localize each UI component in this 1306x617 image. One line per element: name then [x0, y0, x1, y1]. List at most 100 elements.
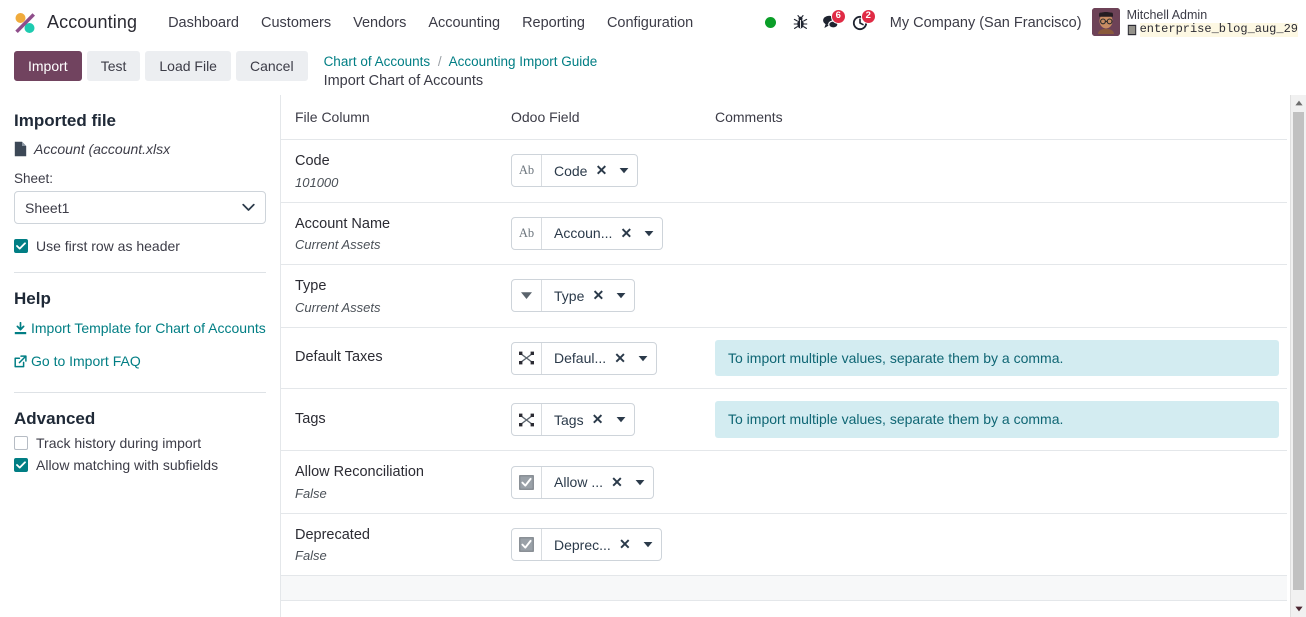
cell-odoo-field: Ab Accoun... ✕	[497, 202, 701, 266]
breadcrumb-accounting-import-guide[interactable]: Accounting Import Guide	[449, 54, 598, 69]
track-history-checkbox[interactable]	[14, 435, 28, 450]
nav-item-dashboard[interactable]: Dashboard	[157, 9, 250, 37]
allow-subfields-row[interactable]: Allow matching with subfields	[14, 457, 266, 473]
table-row: Allow Reconciliation False Allow ... ✕	[281, 450, 1287, 514]
cell-partial	[281, 575, 497, 602]
nav-item-vendors[interactable]: Vendors	[342, 9, 417, 37]
use-first-row-label[interactable]: Use first row as header	[36, 238, 180, 254]
table-row: Account Name Current Assets Ab Accoun... ✕	[281, 202, 1287, 266]
nav-item-accounting[interactable]: Accounting	[417, 9, 511, 37]
user-info: Mitchell Admin enterprise_blog_aug_29	[1127, 8, 1298, 37]
header-file-column: File Column	[281, 95, 497, 140]
company-switcher[interactable]: My Company (San Francisco)	[890, 15, 1082, 31]
file-column-sample: False	[295, 485, 327, 501]
cell-comment	[701, 202, 1287, 266]
clear-field-icon[interactable]: ✕	[591, 155, 611, 186]
many2many-field-icon	[519, 351, 534, 365]
chevron-down-icon[interactable]	[608, 280, 634, 311]
caret-down-icon	[1294, 606, 1303, 612]
breadcrumb: Chart of Accounts / Accounting Import Gu…	[324, 51, 598, 90]
field-tag[interactable]: Allow ... ✕	[511, 465, 655, 499]
scrollbar-thumb[interactable]	[1293, 112, 1304, 590]
table-row: Type Current Assets Type ✕	[281, 264, 1287, 328]
load-file-button[interactable]: Load File	[145, 51, 231, 81]
nav-item-configuration[interactable]: Configuration	[596, 9, 704, 37]
brand-home-link[interactable]: Accounting	[12, 10, 137, 36]
use-first-row-row[interactable]: Use first row as header	[14, 238, 266, 254]
import-faq-link[interactable]: Go to Import FAQ	[14, 352, 266, 374]
import-button[interactable]: Import	[14, 51, 82, 81]
clear-field-icon[interactable]: ✕	[588, 280, 608, 311]
file-column-sample: Current Assets	[295, 237, 381, 253]
user-menu[interactable]: Mitchell Admin enterprise_blog_aug_29	[1091, 8, 1298, 37]
cell-odoo-field: Deprec... ✕	[497, 513, 701, 577]
field-tag[interactable]: Type ✕	[511, 279, 636, 313]
cancel-button[interactable]: Cancel	[235, 51, 308, 81]
field-tag[interactable]: Deprec... ✕	[511, 528, 662, 562]
cell-odoo-field: Allow ... ✕	[497, 450, 701, 514]
chevron-down-icon	[242, 203, 255, 211]
table-row: Code 101000 Ab Code ✕	[281, 139, 1287, 203]
check-icon	[16, 242, 26, 250]
track-history-label[interactable]: Track history during import	[36, 435, 201, 451]
chevron-down-icon[interactable]	[636, 218, 662, 249]
activities-icon[interactable]: 2	[846, 8, 876, 38]
field-tag-label: Code	[554, 162, 588, 179]
cell-file-column: Type Current Assets	[281, 264, 497, 328]
breadcrumb-chart-of-accounts[interactable]: Chart of Accounts	[324, 54, 431, 69]
field-tag[interactable]: Tags ✕	[511, 403, 635, 437]
bug-icon[interactable]	[786, 8, 816, 38]
field-tag-label: Deprec...	[554, 536, 611, 553]
field-type-icon	[512, 342, 542, 374]
clear-field-icon[interactable]: ✕	[588, 404, 608, 435]
breadcrumb-separator: /	[437, 54, 442, 69]
scrollbar-track[interactable]	[1291, 111, 1306, 601]
caret-up-icon	[1294, 100, 1303, 106]
allow-subfields-label[interactable]: Allow matching with subfields	[36, 457, 218, 473]
table-body: Code 101000 Ab Code ✕ Account Name Current Ass…	[281, 139, 1287, 602]
field-tag[interactable]: Ab Accoun... ✕	[511, 216, 664, 250]
cell-odoo-field: Ab Code ✕	[497, 139, 701, 203]
mapping-table-container: File Column Odoo Field Comments Code 1010…	[280, 95, 1306, 617]
field-tag[interactable]: Defaul... ✕	[511, 341, 658, 375]
messages-icon[interactable]: 6	[816, 8, 846, 38]
mapping-table: File Column Odoo Field Comments Code 1010…	[281, 95, 1287, 602]
chevron-down-icon[interactable]	[630, 343, 656, 374]
track-history-row[interactable]: Track history during import	[14, 435, 266, 451]
chevron-down-icon[interactable]	[627, 467, 653, 498]
bug-glyph	[793, 14, 808, 29]
field-tag-label: Tags	[554, 411, 584, 428]
chevron-down-icon[interactable]	[611, 155, 637, 186]
clear-field-icon[interactable]: ✕	[615, 529, 635, 560]
test-button[interactable]: Test	[86, 51, 141, 81]
nav-item-reporting[interactable]: Reporting	[511, 9, 596, 37]
selection-field-icon	[521, 292, 532, 300]
import-template-link[interactable]: Import Template for Chart of Accounts	[14, 319, 266, 341]
field-tag[interactable]: Ab Code ✕	[511, 154, 639, 188]
sheet-select[interactable]: Sheet1	[14, 191, 266, 224]
help-heading: Help	[14, 289, 51, 308]
field-tag-label: Allow ...	[554, 474, 604, 491]
chevron-down-icon[interactable]	[608, 404, 634, 435]
clear-field-icon[interactable]: ✕	[610, 343, 630, 374]
clear-field-icon[interactable]: ✕	[607, 467, 627, 498]
file-icon	[14, 141, 27, 157]
sheet-select-value: Sheet1	[25, 199, 70, 216]
sidebar: Imported file Account (account.xlsx Shee…	[0, 95, 280, 617]
clear-field-icon[interactable]: ✕	[616, 218, 636, 249]
cell-comment	[701, 513, 1287, 577]
status-indicator[interactable]	[756, 8, 786, 38]
allow-subfields-checkbox[interactable]	[14, 457, 28, 472]
chevron-down-icon[interactable]	[635, 529, 661, 560]
file-column-sample: False	[295, 548, 327, 564]
text-field-icon: Ab	[518, 225, 535, 240]
use-first-row-checkbox[interactable]	[14, 239, 28, 253]
cell-odoo-field: Tags ✕	[497, 388, 701, 452]
sidebar-divider-1	[14, 272, 266, 273]
scroll-down-button[interactable]	[1290, 601, 1306, 617]
nav-item-customers[interactable]: Customers	[250, 9, 342, 37]
scroll-up-button[interactable]	[1290, 95, 1306, 111]
vertical-scrollbar[interactable]	[1290, 95, 1306, 617]
file-column-name: Account Name	[295, 215, 391, 232]
table-head: File Column Odoo Field Comments	[281, 95, 1287, 140]
